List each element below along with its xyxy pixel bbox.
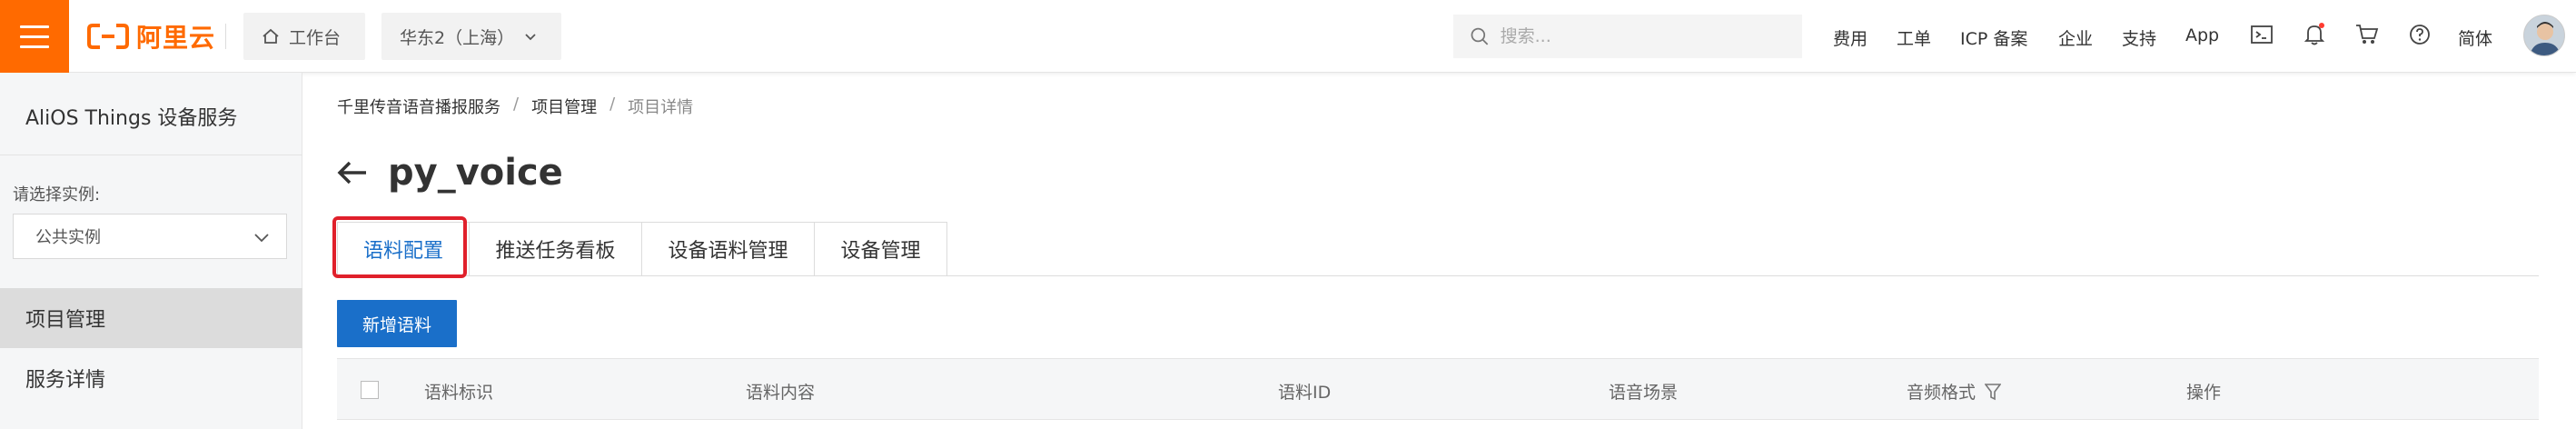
nav-tickets-link[interactable]: 工单 [1897,25,1931,50]
terminal-icon[interactable] [2249,22,2274,47]
column-header-audio-format-label: 音频格式 [1907,383,1977,403]
nav-enterprise-link[interactable]: 企业 [2058,25,2093,50]
sidebar-item-project-management[interactable]: 项目管理 [0,288,302,348]
nav-app-link[interactable]: App [2185,25,2219,45]
nav-support-link[interactable]: 支持 [2122,25,2156,50]
language-switch[interactable]: 简体 [2458,25,2492,50]
top-navigation-bar: 阿里云 工作台 华东2（上海） 费用 工单 ICP 备案 企业 支持 App [0,0,2576,73]
tab-device-corpus-management[interactable]: 设备语料管理 [642,222,815,276]
help-icon[interactable] [2407,22,2432,47]
filter-icon[interactable] [1985,383,2002,401]
tab-label: 设备语料管理 [668,240,788,263]
tab-label: 推送任务看板 [495,240,616,263]
sidebar-title: AliOS Things 设备服务 [25,107,238,130]
column-header-corpus-identifier: 语料标识 [424,383,494,403]
shopping-cart-icon[interactable] [2354,22,2380,47]
sidebar-item-label: 服务详情 [25,369,106,392]
sidebar: AliOS Things 设备服务 请选择实例: 公共实例 项目管理 服务详情 [0,73,302,429]
breadcrumb-item-current: 项目详情 [628,98,694,117]
user-avatar[interactable] [2523,15,2565,56]
sidebar-item-service-details[interactable]: 服务详情 [0,348,302,408]
back-arrow-icon[interactable] [337,160,368,185]
tab-label: 设备管理 [840,240,921,263]
tab-device-management[interactable]: 设备管理 [815,222,947,276]
column-header-corpus-content: 语料内容 [746,383,816,403]
column-header-corpus-id: 语料ID [1278,383,1332,403]
tab-bar-underline [337,275,2539,276]
sidebar-item-label: 项目管理 [25,309,106,332]
column-header-actions: 操作 [2186,383,2222,403]
add-corpus-button[interactable]: 新增语料 [337,300,457,347]
page-header: py_voice [337,145,563,200]
chevron-down-icon [254,234,269,243]
column-header-voice-scene: 语音场景 [1609,383,1679,403]
select-all-checkbox[interactable] [361,381,379,399]
instance-select[interactable]: 公共实例 [13,214,287,259]
breadcrumb-separator: / [513,95,520,114]
breadcrumb-separator: / [609,95,616,114]
active-tab-highlight-box [332,216,467,278]
breadcrumb: 千里传音语音播报服务 / 项目管理 / 项目详情 [337,95,693,118]
nav-fees-link[interactable]: 费用 [1833,25,1868,50]
table-header: 语料标识 语料内容 语料ID 语音场景 音频格式 操作 [337,358,2539,420]
nav-icp-link[interactable]: ICP 备案 [1960,25,2027,50]
instance-select-value: 公共实例 [35,228,101,247]
breadcrumb-item-project-management[interactable]: 项目管理 [531,95,597,118]
column-header-audio-format: 音频格式 [1907,379,2002,404]
instance-label: 请选择实例: [13,185,101,205]
top-nav-links: 费用 工单 ICP 备案 企业 支持 App 简体 [0,0,2576,73]
tab-push-task-board[interactable]: 推送任务看板 [470,222,642,276]
breadcrumb-item-service[interactable]: 千里传音语音播报服务 [337,95,500,118]
notification-bell-icon[interactable] [2302,22,2327,47]
page-title: py_voice [388,152,563,194]
